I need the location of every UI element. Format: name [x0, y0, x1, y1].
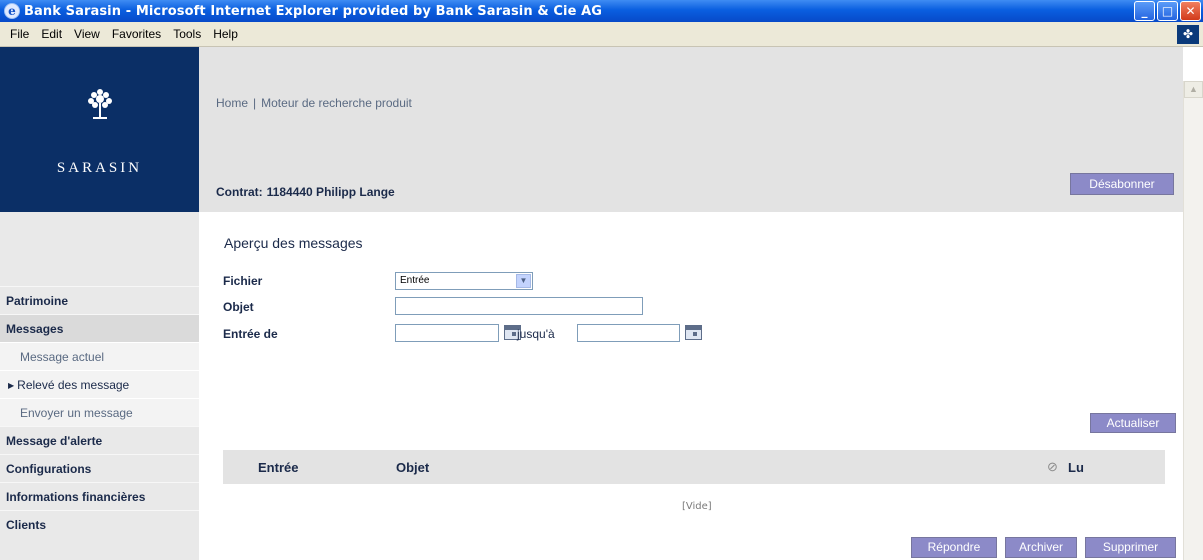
bullet-arrow-icon: ▶ [8, 381, 15, 390]
breadcrumb-product-search[interactable]: Moteur de recherche produit [261, 96, 412, 110]
contract-info: Contrat: 1184440 Philipp Lange [216, 185, 395, 199]
sidebar: Patrimoine Messages Message actuel ▶ Rele… [0, 212, 199, 560]
page-title: Aperçu des messages [224, 235, 363, 251]
contract-value: 1184440 Philipp Lange [266, 185, 395, 199]
menubar: File Edit View Favorites Tools Help ✤ [0, 22, 1203, 47]
breadcrumb-separator: | [253, 96, 257, 110]
contract-label: Contrat: [216, 185, 263, 199]
refresh-button[interactable]: Actualiser [1090, 413, 1176, 433]
ie-logo-icon: e [4, 3, 20, 19]
empty-table-message: [Vide] [682, 501, 712, 512]
breadcrumb: Home | Moteur de recherche produit [216, 96, 412, 110]
window-titlebar: e Bank Sarasin - Microsoft Internet Expl… [0, 0, 1203, 22]
file-select-value: Entrée [400, 275, 430, 286]
column-header-received[interactable]: Entrée [258, 460, 298, 475]
menu-tools[interactable]: Tools [167, 27, 207, 41]
subject-label: Objet [223, 300, 254, 314]
reply-button[interactable]: Répondre [911, 537, 997, 558]
sidebar-item-message-statement[interactable]: ▶ Relevé des message [0, 370, 199, 398]
file-select[interactable]: Entrée ▼ [395, 272, 533, 290]
date-from-input[interactable] [395, 324, 499, 342]
sidebar-item-clients[interactable]: Clients [0, 510, 199, 538]
sarasin-tree-icon [88, 89, 112, 119]
sidebar-item-messages[interactable]: Messages [0, 314, 199, 342]
dropdown-arrow-icon[interactable]: ▼ [516, 274, 531, 288]
windows-flag-icon: ✤ [1177, 25, 1199, 44]
sidebar-item-send-message[interactable]: Envoyer un message [0, 398, 199, 426]
breadcrumb-home[interactable]: Home [216, 96, 248, 110]
file-label: Fichier [223, 274, 263, 288]
sidebar-item-patrimoine[interactable]: Patrimoine [0, 286, 199, 314]
menu-view[interactable]: View [68, 27, 106, 41]
paperclip-icon: ⊘ [1047, 459, 1058, 474]
sidebar-item-alert-message[interactable]: Message d'alerte [0, 426, 199, 454]
sidebar-item-configurations[interactable]: Configurations [0, 454, 199, 482]
sidebar-item-current-message[interactable]: Message actuel [0, 342, 199, 370]
page-header: Home | Moteur de recherche produit Contr… [199, 47, 1183, 212]
vertical-scrollbar[interactable]: ▲ [1183, 81, 1203, 560]
main-content: Aperçu des messages Fichier Entrée ▼ Obj… [199, 212, 1183, 560]
maximize-icon[interactable]: □ [1157, 1, 1178, 21]
menu-file[interactable]: File [4, 27, 35, 41]
received-from-label: Entrée de [223, 327, 278, 341]
menu-favorites[interactable]: Favorites [106, 27, 167, 41]
column-header-read[interactable]: Lu [1068, 460, 1084, 475]
sidebar-item-label: Relevé des message [17, 378, 130, 392]
delete-button[interactable]: Supprimer [1085, 537, 1176, 558]
window-controls: _ □ ✕ [1134, 1, 1201, 21]
brand-name: SARASIN [56, 160, 143, 176]
minimize-icon[interactable]: _ [1134, 1, 1155, 21]
column-header-subject[interactable]: Objet [396, 460, 429, 475]
menu-help[interactable]: Help [207, 27, 244, 41]
menu-edit[interactable]: Edit [35, 27, 68, 41]
close-icon[interactable]: ✕ [1180, 1, 1201, 21]
page: SARASIN Home | Moteur de recherche produ… [0, 47, 1183, 560]
calendar-icon[interactable] [685, 325, 702, 340]
until-label: jusqu'à [517, 327, 555, 341]
subject-input[interactable] [395, 297, 643, 315]
window-title: Bank Sarasin - Microsoft Internet Explor… [24, 3, 603, 19]
brand-logo[interactable]: SARASIN [0, 47, 199, 212]
unsubscribe-button[interactable]: Désabonner [1070, 173, 1174, 195]
scroll-up-arrow-icon[interactable]: ▲ [1184, 81, 1203, 98]
messages-table-header: Entrée Objet ⊘ Lu [223, 450, 1165, 484]
date-to-input[interactable] [577, 324, 680, 342]
archive-button[interactable]: Archiver [1005, 537, 1077, 558]
sidebar-item-financial-information[interactable]: Informations financières [0, 482, 199, 510]
